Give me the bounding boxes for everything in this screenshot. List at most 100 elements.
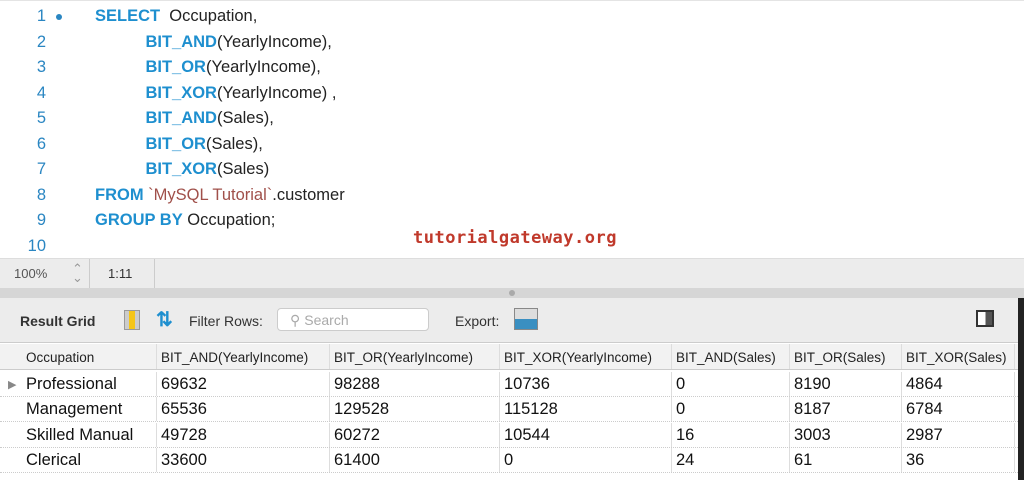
code-text: BIT_AND(YearlyIncome), [95, 30, 332, 55]
column-toggle-icon[interactable] [124, 310, 140, 330]
table-cell[interactable]: 98288 [330, 372, 500, 396]
table-cell[interactable]: 8190 [790, 372, 902, 396]
search-icon: ⚲ [290, 312, 301, 328]
sql-editor[interactable]: 1 SELECT Occupation, 2 BIT_AND(YearlyIncom… [0, 0, 1024, 258]
column-header[interactable]: Occupation [22, 344, 157, 369]
sql-keyword: SELECT [95, 7, 161, 25]
splitter-grip-icon[interactable] [509, 290, 515, 296]
current-row-arrow-icon: ▶ [8, 379, 17, 391]
result-grid: Occupation BIT_AND(YearlyIncome) BIT_OR(Ye… [0, 344, 1018, 480]
table-cell[interactable]: 69632 [157, 372, 330, 396]
sql-keyword: BIT_XOR [145, 160, 217, 178]
table-cell[interactable]: 129528 [330, 397, 500, 422]
sql-text: (YearlyIncome), [216, 32, 332, 51]
table-cell[interactable]: 10544 [500, 422, 672, 447]
toggle-panel-icon[interactable] [976, 310, 994, 327]
table-cell[interactable]: 24 [672, 447, 790, 472]
table-cell[interactable]: 10736 [500, 372, 672, 396]
sql-text: Occupation; [182, 211, 276, 229]
table-cell[interactable]: 0 [500, 447, 672, 472]
refresh-icon[interactable]: ⇅ [156, 307, 173, 332]
table-cell[interactable]: Management [22, 397, 157, 422]
line-number: 6 [36, 134, 46, 153]
code-text: BIT_AND(Sales), [95, 106, 274, 131]
table-cell[interactable]: Skilled Manual [22, 422, 157, 447]
column-header[interactable]: BIT_AND(YearlyIncome) [157, 344, 330, 369]
table-cell[interactable]: 33600 [157, 447, 330, 472]
table-cell[interactable]: 6784 [902, 397, 1015, 422]
line-number: 3 [36, 58, 46, 76]
result-toolbar: Result Grid ⇅ Filter Rows: ⚲ Search Expor… [0, 298, 1018, 343]
code-text: BIT_XOR(Sales) [95, 157, 269, 182]
table-cell[interactable]: Clerical [22, 447, 157, 472]
export-icon[interactable] [514, 308, 538, 330]
sql-identifier: `MySQL Tutorial` [148, 185, 273, 204]
table-cell[interactable]: 115128 [500, 397, 672, 422]
filter-rows-label: Filter Rows: [189, 313, 263, 329]
line-number: 10 [27, 236, 46, 255]
table-cell[interactable]: 61400 [330, 447, 500, 472]
line-number: 4 [36, 83, 46, 102]
table-cell[interactable]: Professional [22, 372, 157, 396]
line-number: 2 [36, 32, 46, 51]
table-cell[interactable]: 2987 [902, 422, 1015, 447]
table-cell[interactable]: 49728 [157, 422, 330, 447]
sql-text: (Sales), [205, 134, 263, 153]
table-cell[interactable]: 0 [672, 372, 790, 396]
code-text: BIT_XOR(YearlyIncome) , [95, 81, 336, 106]
table-cell[interactable]: 16 [672, 422, 790, 447]
line-number: 1 [36, 7, 46, 25]
column-header[interactable]: BIT_XOR(Sales) [902, 344, 1015, 369]
sql-keyword: BIT_XOR [145, 83, 217, 102]
search-input[interactable]: ⚲ Search [277, 308, 429, 331]
sql-keyword: BIT_OR [145, 58, 206, 76]
splitter[interactable] [0, 288, 1024, 298]
column-header[interactable]: BIT_OR(Sales) [790, 344, 902, 369]
table-row[interactable]: Management 65536 129528 115128 0 8187 6784 [0, 397, 1018, 423]
table-cell[interactable]: 61 [790, 447, 902, 472]
line-number: 7 [36, 160, 46, 178]
sql-text: .customer [272, 185, 345, 204]
sql-text: (Sales) [216, 160, 270, 178]
result-grid-label[interactable]: Result Grid [20, 313, 95, 329]
table-row[interactable]: Skilled Manual 49728 60272 10544 16 3003 2987 [0, 422, 1018, 448]
sql-keyword: FROM [95, 185, 144, 204]
code-text: GROUP BY Occupation; [95, 208, 275, 233]
table-cell[interactable]: 4864 [902, 372, 1015, 396]
table-cell[interactable]: 60272 [330, 422, 500, 447]
column-header[interactable]: BIT_XOR(YearlyIncome) [500, 344, 672, 369]
sql-keyword: BIT_OR [145, 134, 206, 153]
zoom-select[interactable]: 100% ⌃ ⌄ [0, 259, 90, 289]
column-header[interactable]: BIT_AND(Sales) [672, 344, 790, 369]
scrollbar[interactable] [1018, 298, 1024, 480]
sql-text: Occupation, [160, 7, 258, 25]
line-number: 9 [36, 211, 46, 229]
table-cell[interactable]: 8187 [790, 397, 902, 422]
code-text: BIT_OR(YearlyIncome), [95, 55, 320, 80]
column-header[interactable]: BIT_OR(YearlyIncome) [330, 344, 500, 369]
table-cell[interactable]: 3003 [790, 422, 902, 447]
grid-header: Occupation BIT_AND(YearlyIncome) BIT_OR(Ye… [0, 344, 1018, 370]
code-text: SELECT Occupation, [95, 4, 257, 29]
line-number: 5 [36, 109, 46, 127]
table-cell[interactable]: 65536 [157, 397, 330, 422]
cursor-position: 1:11 [90, 259, 155, 289]
table-cell[interactable]: 0 [672, 397, 790, 422]
sql-keyword: BIT_AND [145, 109, 217, 127]
code-text: BIT_OR(Sales), [95, 132, 263, 157]
code-text: FROM `MySQL Tutorial`.customer [95, 183, 345, 208]
sql-text: (YearlyIncome) , [216, 83, 337, 102]
table-row[interactable]: ▶ Professional 69632 98288 10736 0 8190 4864 [0, 372, 1018, 397]
stepper-icon: ⌃ ⌄ [72, 261, 83, 285]
line-number: 8 [36, 185, 46, 204]
watermark: tutorialgateway.org [413, 228, 617, 248]
sql-text: (Sales), [216, 109, 274, 127]
table-row[interactable]: Clerical 33600 61400 0 24 61 36 [0, 447, 1018, 473]
breakpoint-dot-icon [56, 14, 62, 20]
table-cell[interactable]: 36 [902, 447, 1015, 472]
